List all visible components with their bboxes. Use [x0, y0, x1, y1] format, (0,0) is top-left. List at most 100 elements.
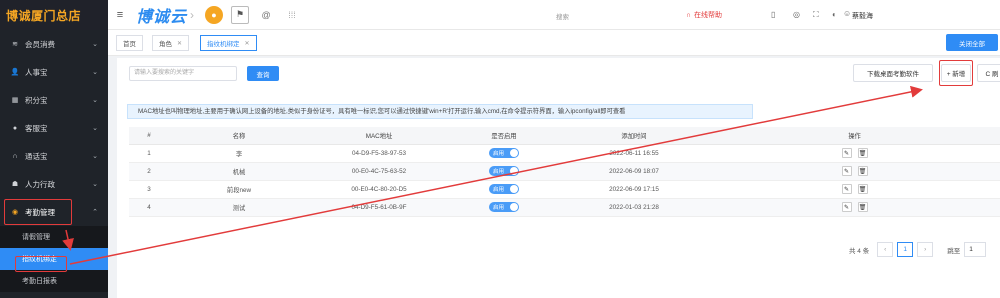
- toggle-knob: [510, 185, 518, 193]
- sidebar-item-admin[interactable]: ☗ 人力行政 ⌄: [0, 170, 108, 198]
- fullscreen-icon[interactable]: ⛶: [813, 10, 819, 20]
- edit-icon[interactable]: ✎: [841, 184, 852, 194]
- tab-fingerprint[interactable]: 指纹机绑定 ✕: [200, 35, 257, 51]
- toggle-knob: [510, 167, 518, 175]
- chevron-down-icon: ⌄: [92, 181, 98, 188]
- enabled-toggle[interactable]: 启用: [489, 148, 519, 158]
- enabled-toggle[interactable]: 启用: [489, 202, 519, 212]
- sidebar-subitem-daily-report[interactable]: 考勤日报表: [0, 270, 108, 292]
- row-index: 4: [129, 198, 169, 217]
- query-button[interactable]: 查询: [247, 66, 279, 81]
- row-mac: 00-E0-4C-80-20-D5: [309, 180, 449, 199]
- theme-icon[interactable]: ◐: [832, 10, 837, 19]
- edit-icon[interactable]: ✎: [841, 202, 852, 212]
- prev-page-button[interactable]: ‹: [877, 242, 894, 257]
- sidebar-item-points[interactable]: ▦ 积分宝 ⌄: [0, 86, 108, 114]
- flag-icon[interactable]: ⚑: [231, 5, 250, 24]
- row-actions: ✎ 🗑: [709, 198, 1000, 217]
- enabled-toggle[interactable]: 启用: [489, 184, 519, 194]
- row-name: 前段new: [169, 180, 309, 199]
- fingerprint-table: # 名称 MAC地址 是否启用 添加时间 操作 1 李 04-D9-F5-38-…: [129, 127, 1000, 217]
- sidebar-item-label: 人事宝: [25, 67, 48, 77]
- online-help-label: 在线帮助: [694, 12, 723, 19]
- main-content: 请输入要搜索的关键字 查询 下载桌面考勤软件 + 新增 C 刷 MAC地址也叫物…: [117, 58, 1000, 298]
- tab-roles[interactable]: 角色 ✕: [152, 35, 190, 51]
- col-header: 名称: [169, 127, 309, 145]
- top-search[interactable]: 搜索: [556, 11, 569, 21]
- tab-label: 首页: [123, 41, 136, 48]
- table-row: 4 测试 04-D9-F5-61-0B-9F 启用 2022-01-03 21:…: [129, 198, 1000, 217]
- row-enabled: 启用: [449, 198, 559, 217]
- sidebar-item-hr[interactable]: 👤 人事宝 ⌄: [0, 58, 108, 86]
- trash-icon[interactable]: 🗑: [857, 148, 868, 158]
- apps-grid-icon[interactable]: ⁞⁞⁞: [283, 5, 302, 24]
- row-actions: ✎ 🗑: [709, 162, 1000, 181]
- database-icon: ≋: [12, 41, 18, 48]
- chevron-down-icon: ⌄: [92, 125, 98, 132]
- sidebar-item-service[interactable]: ● 客服宝 ⌄: [0, 114, 108, 142]
- annotation-box: [939, 60, 973, 86]
- chevron-up-icon: ⌃: [92, 209, 98, 216]
- pagination: 共 4 条 ‹ 1 › 跳至 1: [849, 242, 987, 257]
- user-name[interactable]: 蔡毅海: [852, 11, 873, 21]
- col-header: #: [129, 127, 169, 145]
- row-name: 李: [169, 144, 309, 163]
- trash-icon[interactable]: 🗑: [857, 166, 868, 176]
- toggle-label: 启用: [493, 205, 505, 211]
- sidebar-item-member[interactable]: ≋ 会员消费 ⌄: [0, 30, 108, 58]
- sidebar-item-label: 会员消费: [25, 39, 55, 49]
- sidebar-item-label: 积分宝: [25, 95, 48, 105]
- row-actions: ✎ 🗑: [709, 180, 1000, 199]
- chevron-down-icon: ⌄: [92, 69, 98, 76]
- row-name: 机械: [169, 162, 309, 181]
- goto-label: 跳至: [947, 247, 961, 255]
- sidebar-item-label: 通话宝: [25, 151, 48, 161]
- headset-icon: ∩: [686, 11, 692, 19]
- chevron-down-icon: ⌄: [92, 97, 98, 104]
- col-header: 是否启用: [449, 127, 559, 145]
- edit-icon[interactable]: ✎: [841, 148, 852, 158]
- chevron-right-icon: ›: [190, 7, 195, 22]
- row-time: 2022-01-03 21:28: [559, 198, 709, 217]
- menu-toggle-icon[interactable]: ≡: [108, 9, 132, 21]
- sidebar-subitem-leave[interactable]: 请假管理: [0, 226, 108, 248]
- swirl-icon[interactable]: @: [257, 5, 276, 24]
- mobile-icon[interactable]: ▯: [771, 10, 775, 19]
- user-icon: 👤: [10, 69, 20, 76]
- sidebar-item-call[interactable]: ∩ 通话宝 ⌄: [0, 142, 108, 170]
- chevron-down-icon: ⌄: [92, 41, 98, 48]
- settings-icon[interactable]: ◎: [793, 10, 800, 19]
- search-input[interactable]: 请输入要搜索的关键字: [129, 66, 237, 81]
- annotation-box: [4, 199, 72, 225]
- next-page-button[interactable]: ›: [917, 242, 934, 257]
- edit-icon[interactable]: ✎: [841, 166, 852, 176]
- page-number[interactable]: 1: [897, 242, 914, 257]
- row-time: 2022-06-09 17:15: [559, 180, 709, 199]
- goto-page-input[interactable]: 1: [964, 242, 987, 257]
- brand-title: 博诚厦门总店: [0, 0, 108, 30]
- online-help-link[interactable]: ∩ 在线帮助: [686, 10, 722, 20]
- service-icon: ●: [12, 124, 18, 132]
- close-icon[interactable]: ✕: [245, 40, 250, 47]
- toggle-label: 启用: [493, 187, 505, 193]
- col-header: 操作: [709, 127, 1000, 145]
- tab-home[interactable]: 首页: [116, 35, 143, 51]
- avatar[interactable]: ☺: [843, 9, 851, 18]
- annotation-box: [15, 256, 67, 272]
- row-enabled: 启用: [449, 180, 559, 199]
- trash-icon[interactable]: 🗑: [857, 202, 868, 212]
- enabled-toggle[interactable]: 启用: [489, 166, 519, 176]
- info-notice: MAC地址也叫物理地址,主要用于确认网上设备的地址,类似于身份证号，具有唯一标识…: [127, 104, 753, 119]
- table-row: 2 机械 00-E0-4C-75-63-52 启用 2022-06-09 18:…: [129, 162, 1000, 181]
- tabs-bar: 首页 角色 ✕ 指纹机绑定 ✕ 关闭全部: [108, 30, 1000, 56]
- refresh-button[interactable]: C 刷: [977, 64, 1000, 82]
- user-circle-icon[interactable]: ●: [205, 5, 224, 24]
- table-row: 3 前段new 00-E0-4C-80-20-D5 启用 2022-06-09 …: [129, 180, 1000, 199]
- sidebar-item-label: 客服宝: [25, 123, 48, 133]
- trash-icon[interactable]: 🗑: [857, 184, 868, 194]
- close-icon[interactable]: ✕: [177, 40, 182, 47]
- row-mac: 04-D9-F5-38-97-53: [309, 144, 449, 163]
- tab-label: 角色: [159, 41, 172, 48]
- download-software-button[interactable]: 下载桌面考勤软件: [853, 64, 933, 82]
- close-all-button[interactable]: 关闭全部: [946, 34, 998, 51]
